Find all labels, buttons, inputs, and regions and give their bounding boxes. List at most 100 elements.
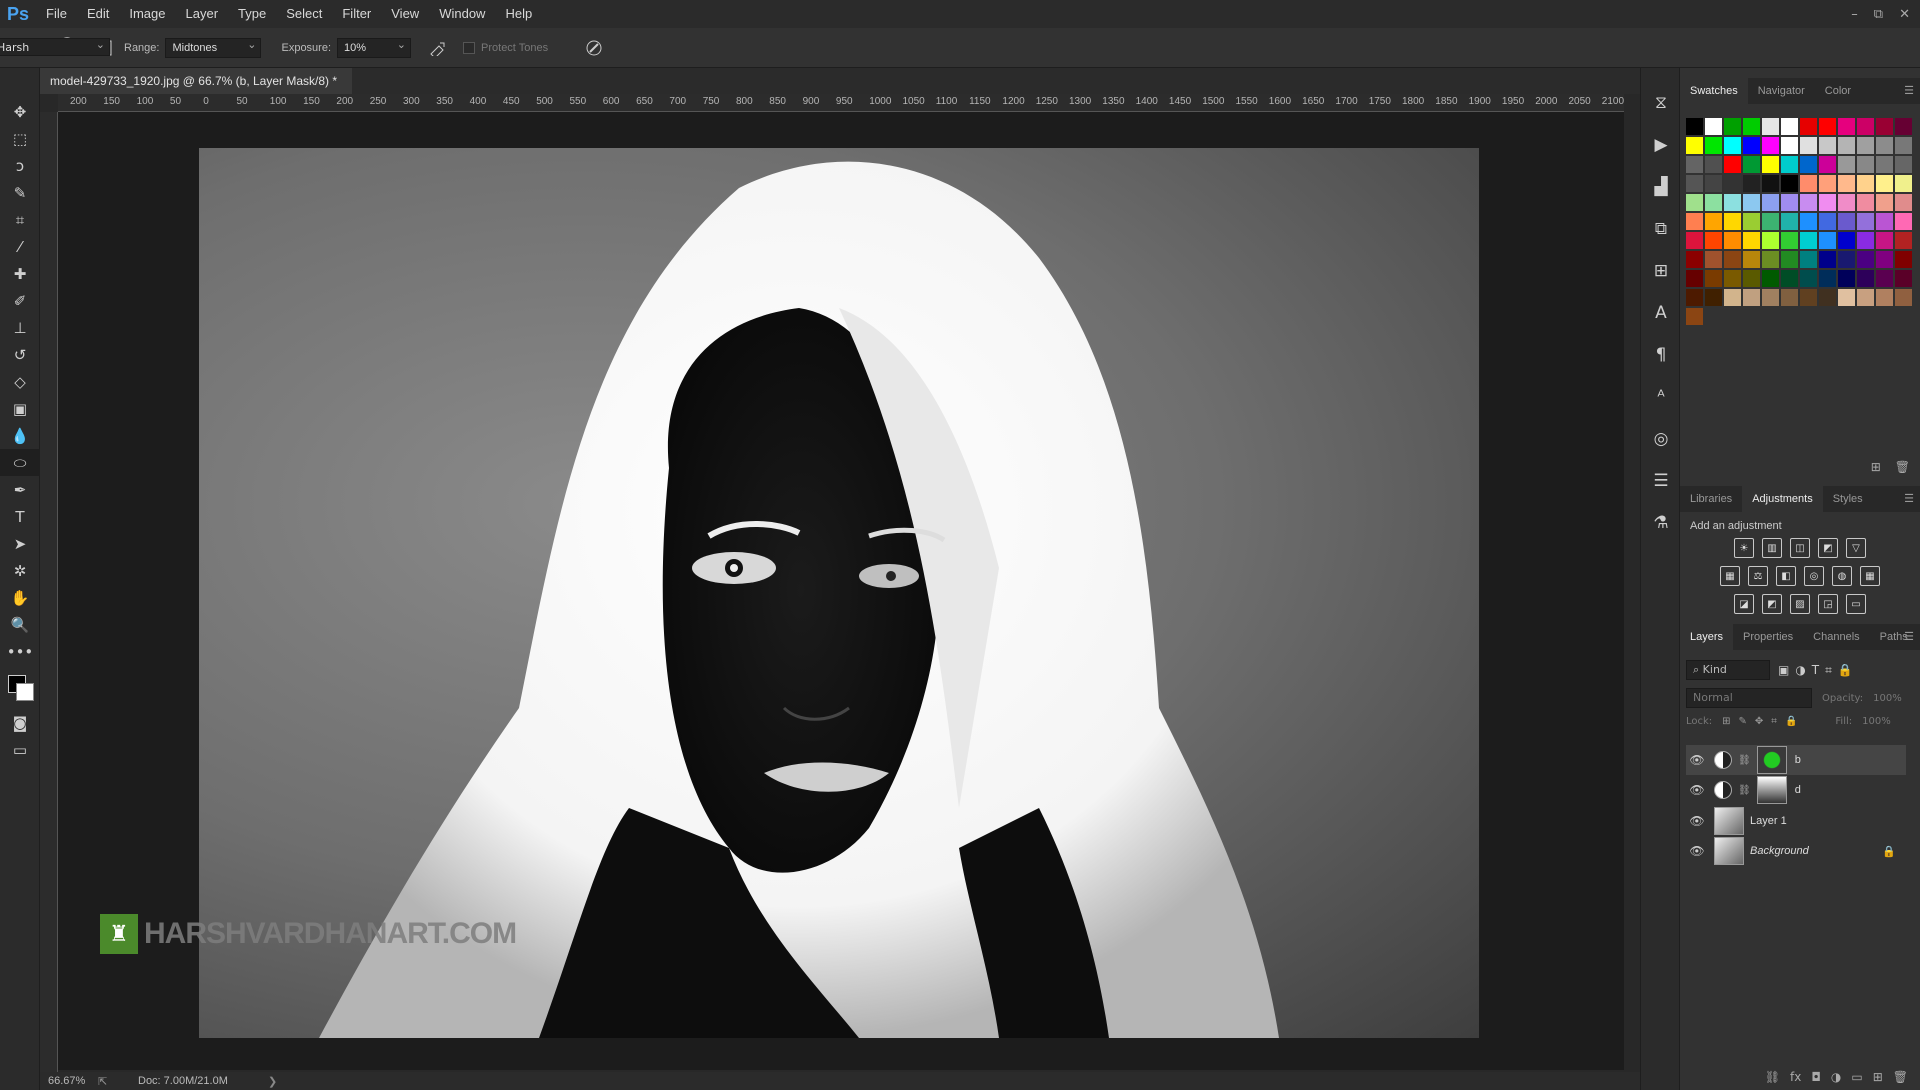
protect-tones-option[interactable]: Protect Tones: [463, 41, 548, 54]
actions-panel-button[interactable]: ▶: [1641, 124, 1681, 166]
color-swatch[interactable]: [1781, 156, 1798, 173]
link-icon[interactable]: ⛓: [1738, 755, 1751, 766]
layer-mask-thumbnail[interactable]: [1756, 776, 1787, 804]
layer-row-background[interactable]: 👁 Background 🔒: [1686, 836, 1906, 866]
color-swatch[interactable]: [1876, 137, 1893, 154]
color-swatch[interactable]: [1743, 118, 1760, 135]
color-swatch[interactable]: [1743, 270, 1760, 287]
layer-row-layer-1[interactable]: 👁 Layer 1: [1686, 806, 1906, 836]
color-swatch[interactable]: [1686, 156, 1703, 173]
color-swatch[interactable]: [1895, 289, 1912, 306]
color-swatch[interactable]: [1705, 175, 1722, 192]
tab-color[interactable]: Color: [1815, 78, 1861, 104]
visibility-eye-icon[interactable]: 👁: [1686, 844, 1708, 858]
tab-adjustments[interactable]: Adjustments: [1742, 486, 1823, 512]
color-swatch[interactable]: [1781, 194, 1798, 211]
airbrush-toggle[interactable]: [423, 40, 453, 56]
panel-menu-icon[interactable]: ☰: [1904, 84, 1914, 97]
color-swatch[interactable]: [1705, 232, 1722, 249]
color-swatch[interactable]: [1686, 232, 1703, 249]
lock-icons[interactable]: ⊞✎✥⌗🔒: [1722, 716, 1805, 727]
zoom-tool[interactable]: 🔍: [0, 611, 40, 638]
document-tab[interactable]: model-429733_1920.jpg @ 66.7% (b, Layer …: [40, 68, 352, 114]
color-swatch[interactable]: [1838, 175, 1855, 192]
color-swatch[interactable]: [1781, 175, 1798, 192]
link-layers-icon[interactable]: ⛓: [1765, 1070, 1780, 1084]
paragraph-panel-button[interactable]: ¶: [1641, 334, 1681, 376]
color-swatch[interactable]: [1857, 232, 1874, 249]
color-swatch[interactable]: [1762, 175, 1779, 192]
color-swatch[interactable]: [1762, 194, 1779, 211]
color-swatch[interactable]: [1857, 213, 1874, 230]
color-swatch[interactable]: [1819, 251, 1836, 268]
color-swatch[interactable]: [1838, 270, 1855, 287]
color-swatch[interactable]: [1781, 270, 1798, 287]
share-icon[interactable]: ⇱: [98, 1075, 138, 1088]
info-panel-button[interactable]: ⊞: [1641, 250, 1681, 292]
color-swatch[interactable]: [1800, 270, 1817, 287]
color-swatch[interactable]: [1686, 289, 1703, 306]
color-swatch[interactable]: [1705, 194, 1722, 211]
color-swatch[interactable]: [1743, 251, 1760, 268]
layer-filter-select[interactable]: ⌕ Kind: [1686, 660, 1770, 680]
color-swatch[interactable]: [1819, 270, 1836, 287]
color-swatch[interactable]: [1705, 118, 1722, 135]
gradient-tool[interactable]: ▣: [0, 395, 40, 422]
menu-window[interactable]: Window: [429, 0, 495, 28]
posterize-icon[interactable]: ◩: [1762, 594, 1782, 614]
move-tool[interactable]: ✥: [0, 98, 40, 125]
color-swatch[interactable]: [1876, 213, 1893, 230]
tab-navigator[interactable]: Navigator: [1748, 78, 1815, 104]
exposure-icon[interactable]: ◩: [1818, 538, 1838, 558]
levels-icon[interactable]: ▥: [1762, 538, 1782, 558]
panel-menu-icon[interactable]: ☰: [1904, 630, 1914, 643]
color-swatch[interactable]: [1838, 251, 1855, 268]
color-swatch[interactable]: [1724, 137, 1741, 154]
quick-select-tool[interactable]: ✎: [0, 179, 40, 206]
color-swatch[interactable]: [1762, 213, 1779, 230]
color-swatch[interactable]: [1762, 251, 1779, 268]
menu-type[interactable]: Type: [228, 0, 276, 28]
brightness-icon[interactable]: ☀: [1734, 538, 1754, 558]
color-swatch[interactable]: [1800, 137, 1817, 154]
color-swatch[interactable]: [1686, 308, 1703, 325]
brush-tool[interactable]: ✐: [0, 287, 40, 314]
visibility-eye-icon[interactable]: 👁: [1686, 783, 1708, 797]
color-swatch[interactable]: [1724, 289, 1741, 306]
color-swatch[interactable]: [1686, 175, 1703, 192]
gradient-map-icon[interactable]: ▭: [1846, 594, 1866, 614]
color-swatch[interactable]: [1857, 251, 1874, 268]
color-swatch[interactable]: [1762, 137, 1779, 154]
document-image[interactable]: [199, 148, 1479, 1038]
lasso-tool[interactable]: ↄ: [0, 152, 40, 179]
color-swatch[interactable]: [1876, 156, 1893, 173]
threshold-icon[interactable]: ▨: [1790, 594, 1810, 614]
color-swatch[interactable]: [1705, 156, 1722, 173]
layer-filter-icons[interactable]: ▣◑T⌗🔒: [1778, 663, 1859, 678]
tab-swatches[interactable]: Swatches: [1680, 78, 1748, 104]
color-swatch[interactable]: [1895, 232, 1912, 249]
new-swatch-icon[interactable]: ⊞: [1871, 460, 1881, 474]
layer-style-icon[interactable]: fx: [1790, 1070, 1801, 1084]
vibrance-icon[interactable]: ▽: [1846, 538, 1866, 558]
color-swatch[interactable]: [1800, 175, 1817, 192]
color-swatch[interactable]: [1838, 232, 1855, 249]
color-swatch[interactable]: [1857, 270, 1874, 287]
color-swatch[interactable]: [1800, 232, 1817, 249]
color-swatch[interactable]: [1705, 289, 1722, 306]
color-swatch[interactable]: [1686, 213, 1703, 230]
color-swatch[interactable]: [1838, 137, 1855, 154]
color-swatch[interactable]: [1724, 213, 1741, 230]
history-panel-button[interactable]: ⧖: [1641, 82, 1681, 124]
color-swatch[interactable]: [1895, 156, 1912, 173]
tab-libraries[interactable]: Libraries: [1680, 486, 1742, 512]
color-swatch[interactable]: [1724, 175, 1741, 192]
background-color[interactable]: [16, 683, 34, 701]
color-swatch[interactable]: [1743, 137, 1760, 154]
color-swatch[interactable]: [1743, 175, 1760, 192]
opacity-value[interactable]: 100%: [1873, 693, 1902, 704]
color-swatch[interactable]: [1895, 137, 1912, 154]
color-swatch[interactable]: [1781, 118, 1798, 135]
color-swatch[interactable]: [1781, 232, 1798, 249]
menu-view[interactable]: View: [381, 0, 429, 28]
